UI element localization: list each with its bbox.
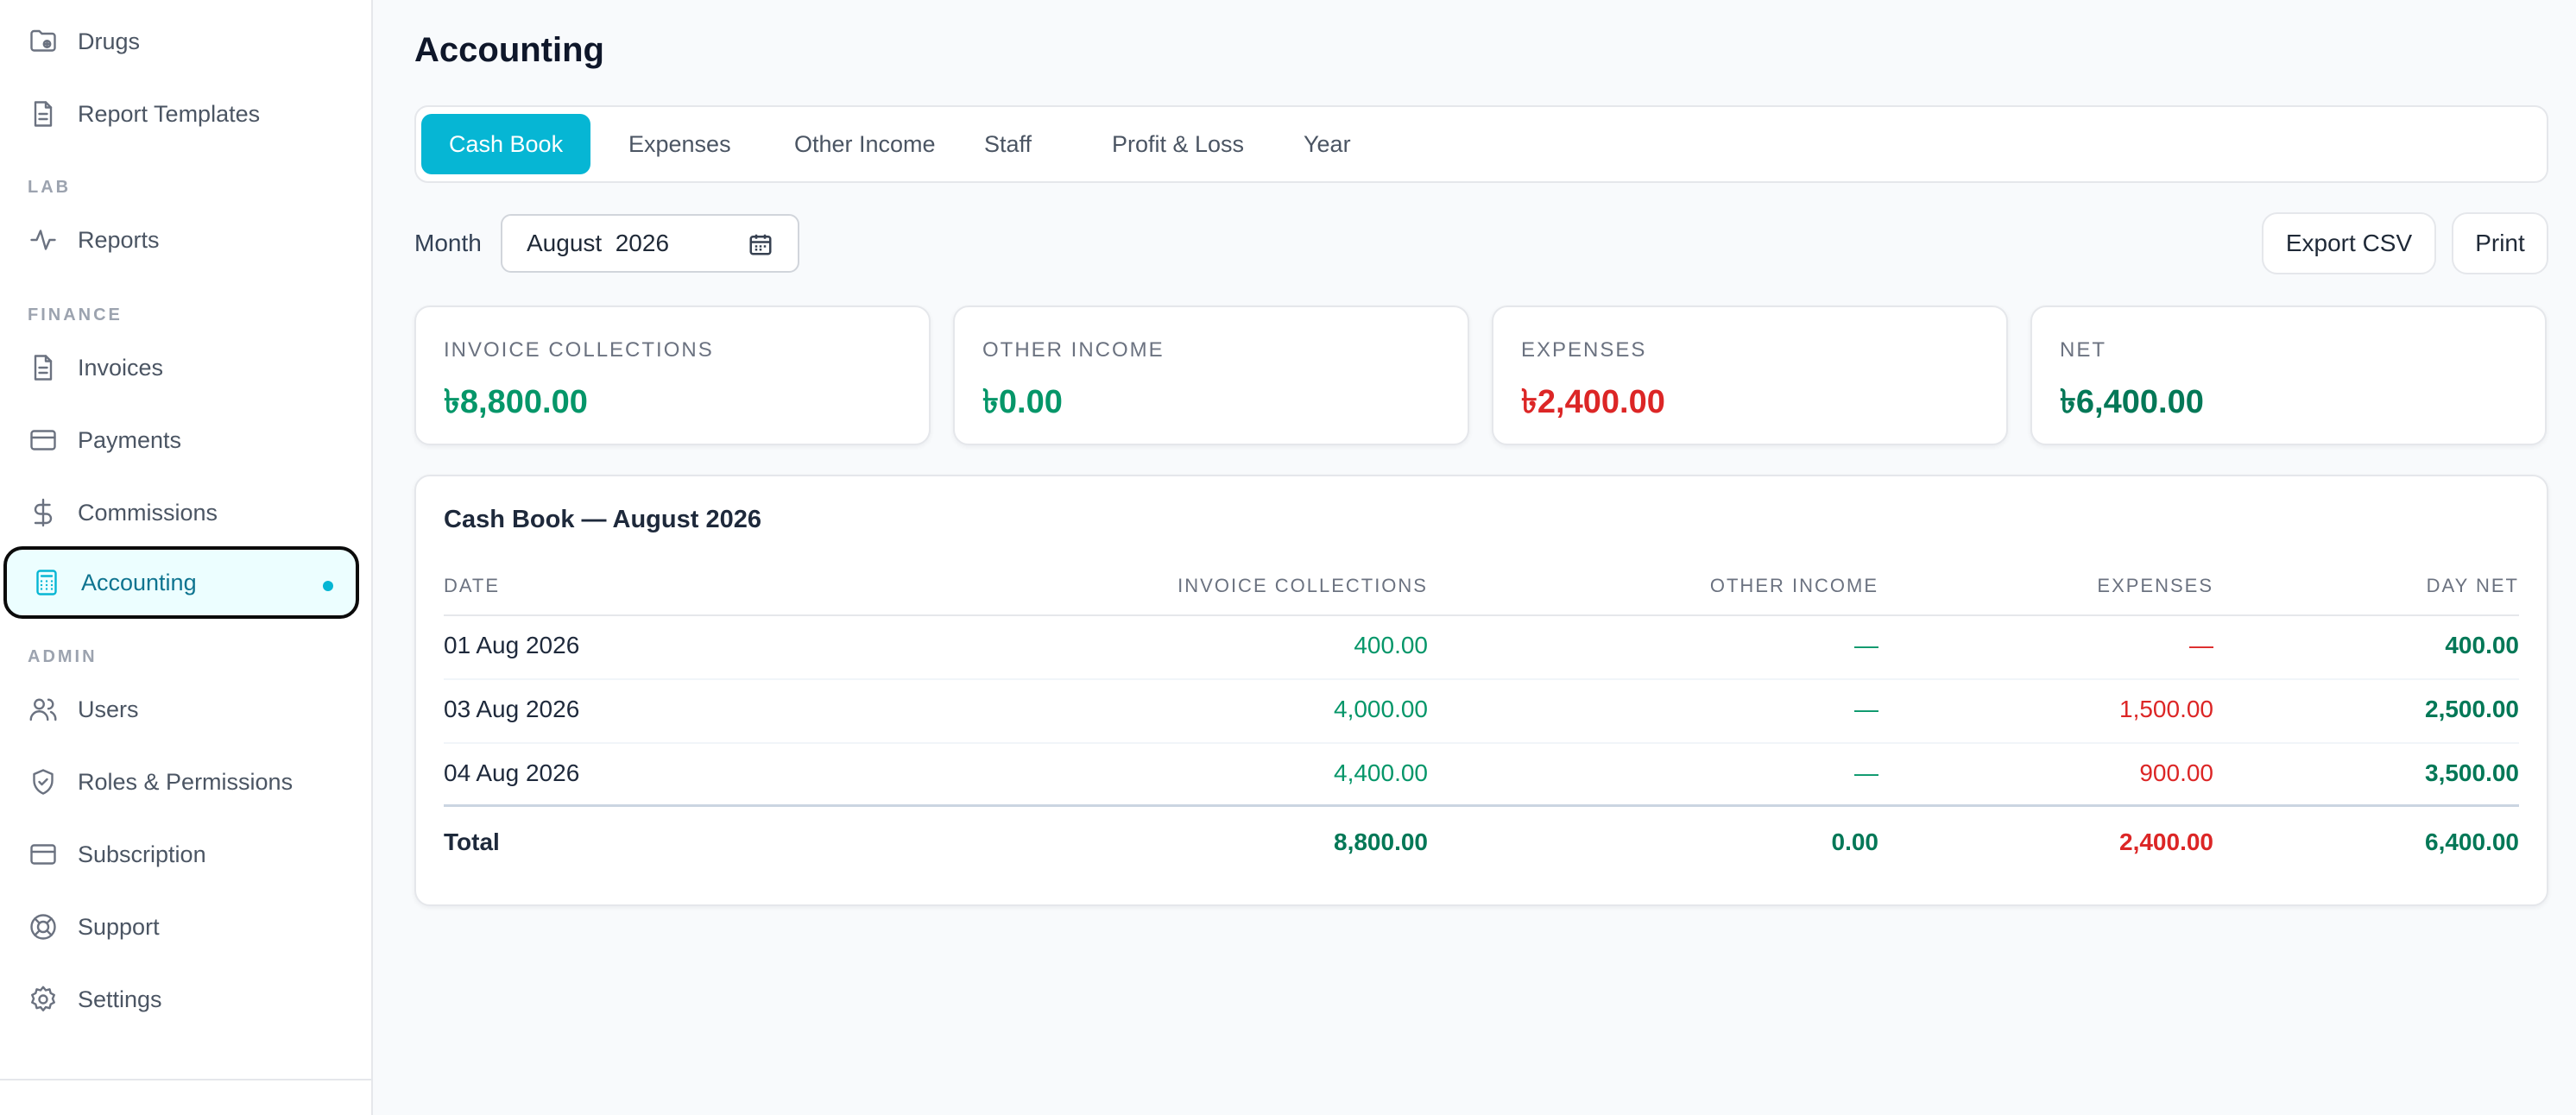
row-divider xyxy=(444,742,2519,744)
cell-invoice: 4,400.00 xyxy=(1334,759,1428,786)
cell-other: — xyxy=(1854,759,1878,786)
sidebar-divider xyxy=(0,1079,373,1080)
sidebar-item-label: Reports xyxy=(78,226,160,253)
sidebar-item-drugs[interactable]: Drugs xyxy=(0,5,373,78)
summary-value: ৳2,400.00 xyxy=(1521,384,1665,420)
month-picker-input[interactable]: August 2026 xyxy=(501,214,799,273)
document-icon xyxy=(28,352,59,383)
summary-label: NET xyxy=(2060,338,2106,362)
export-csv-button[interactable]: Export CSV xyxy=(2262,212,2436,274)
cell-total-expenses: 2,400.00 xyxy=(2119,828,2213,855)
sidebar: Drugs Report Templates LAB Reports FINAN… xyxy=(0,0,373,1115)
cell-date: 01 Aug 2026 xyxy=(444,632,580,658)
header-divider xyxy=(444,614,2519,616)
month-value: August 2026 xyxy=(527,230,670,256)
summary-card-other-income: OTHER INCOME ৳0.00 xyxy=(953,306,1469,445)
cell-day-net: 2,500.00 xyxy=(2425,696,2519,722)
sidebar-item-commissions[interactable]: Commissions xyxy=(0,476,373,549)
summary-label: EXPENSES xyxy=(1521,338,1647,362)
column-header-other-income: OTHER INCOME xyxy=(1709,575,1878,596)
cell-date: 04 Aug 2026 xyxy=(444,759,580,786)
column-header-expenses: EXPENSES xyxy=(2097,575,2213,596)
cell-other: — xyxy=(1854,632,1878,658)
shield-icon xyxy=(28,766,59,797)
sidebar-item-label: Invoices xyxy=(78,354,164,381)
cell-date: 03 Aug 2026 xyxy=(444,696,580,722)
cell-invoice: 4,000.00 xyxy=(1334,696,1428,722)
column-header-invoice-collections: INVOICE COLLECTIONS xyxy=(1178,575,1428,596)
page-title: Accounting xyxy=(414,31,604,69)
sidebar-item-accounting[interactable]: Accounting xyxy=(3,546,359,619)
calculator-icon xyxy=(31,567,62,598)
sidebar-item-label: Users xyxy=(78,696,139,722)
cell-total-invoice: 8,800.00 xyxy=(1334,828,1428,855)
tab-year[interactable]: Year xyxy=(1276,114,1379,174)
document-icon xyxy=(28,98,59,129)
column-header-date: DATE xyxy=(444,575,501,596)
sidebar-item-reports[interactable]: Reports xyxy=(0,204,373,276)
summary-label: OTHER INCOME xyxy=(982,338,1165,362)
sidebar-item-settings[interactable]: Settings xyxy=(0,963,373,1036)
summary-value: ৳0.00 xyxy=(982,384,1063,420)
sidebar-item-label: Roles & Permissions xyxy=(78,768,294,795)
tab-staff[interactable]: Staff xyxy=(957,114,1059,174)
cell-total-other: 0.00 xyxy=(1831,828,1879,855)
cell-day-net: 3,500.00 xyxy=(2425,759,2519,786)
sidebar-item-label: Commissions xyxy=(78,499,218,526)
sidebar-item-label: Drugs xyxy=(78,28,141,54)
tab-other-income[interactable]: Other Income xyxy=(767,114,963,174)
cell-other: — xyxy=(1854,696,1878,722)
sidebar-item-label: Subscription xyxy=(78,841,206,867)
row-divider xyxy=(444,678,2519,680)
sidebar-item-payments[interactable]: Payments xyxy=(0,404,373,476)
sidebar-item-label: Support xyxy=(78,913,160,940)
column-header-day-net: DAY NET xyxy=(2426,575,2519,596)
gear-icon xyxy=(28,984,59,1015)
sidebar-item-label: Report Templates xyxy=(78,100,261,127)
cash-book-table-card: Cash Book — August 2026 DATE INVOICE COL… xyxy=(414,475,2548,906)
tab-cash-book[interactable]: Cash Book xyxy=(421,114,591,174)
tab-expenses[interactable]: Expenses xyxy=(601,114,759,174)
users-icon xyxy=(28,694,59,725)
tab-profit-loss[interactable]: Profit & Loss xyxy=(1084,114,1272,174)
calendar-icon[interactable] xyxy=(748,231,773,257)
section-label-finance: FINANCE xyxy=(28,306,123,324)
sidebar-item-users[interactable]: Users xyxy=(0,673,373,746)
cell-expenses: 1,500.00 xyxy=(2119,696,2213,722)
table-title: Cash Book — August 2026 xyxy=(444,506,761,533)
sidebar-item-invoices[interactable]: Invoices xyxy=(0,331,373,404)
credit-card-icon xyxy=(28,839,59,870)
sidebar-item-roles-permissions[interactable]: Roles & Permissions xyxy=(0,746,373,818)
print-button[interactable]: Print xyxy=(2452,212,2548,274)
cell-expenses: 900.00 xyxy=(2139,759,2213,786)
sidebar-item-support[interactable]: Support xyxy=(0,891,373,963)
cell-total-net: 6,400.00 xyxy=(2425,828,2519,855)
total-divider xyxy=(444,804,2519,807)
sidebar-item-label: Settings xyxy=(78,986,162,1012)
month-label: Month xyxy=(414,230,482,256)
dollar-icon xyxy=(28,497,59,528)
section-label-lab: LAB xyxy=(28,178,72,197)
credit-card-icon xyxy=(28,425,59,456)
summary-value: ৳8,800.00 xyxy=(444,384,588,420)
summary-card-net: NET ৳6,400.00 xyxy=(2030,306,2547,445)
summary-value: ৳6,400.00 xyxy=(2060,384,2204,420)
tab-bar: Cash Book Expenses Other Income Staff Pr… xyxy=(414,105,2548,183)
activity-icon xyxy=(28,224,59,255)
sidebar-item-report-templates[interactable]: Report Templates xyxy=(0,78,373,150)
cell-expenses: — xyxy=(2189,632,2213,658)
summary-card-invoice-collections: INVOICE COLLECTIONS ৳8,800.00 xyxy=(414,306,931,445)
sidebar-item-label: Payments xyxy=(78,426,182,453)
sidebar-item-subscription[interactable]: Subscription xyxy=(0,818,373,891)
lifebuoy-icon xyxy=(28,911,59,942)
section-label-admin: ADMIN xyxy=(28,647,98,666)
cell-invoice: 400.00 xyxy=(1354,632,1428,658)
sidebar-item-label: Accounting xyxy=(81,569,197,595)
summary-card-expenses: EXPENSES ৳2,400.00 xyxy=(1492,306,2008,445)
active-indicator-dot xyxy=(323,581,333,591)
cell-total-label: Total xyxy=(444,828,500,855)
folder-icon xyxy=(28,26,59,57)
summary-label: INVOICE COLLECTIONS xyxy=(444,338,714,362)
cell-day-net: 400.00 xyxy=(2445,632,2519,658)
